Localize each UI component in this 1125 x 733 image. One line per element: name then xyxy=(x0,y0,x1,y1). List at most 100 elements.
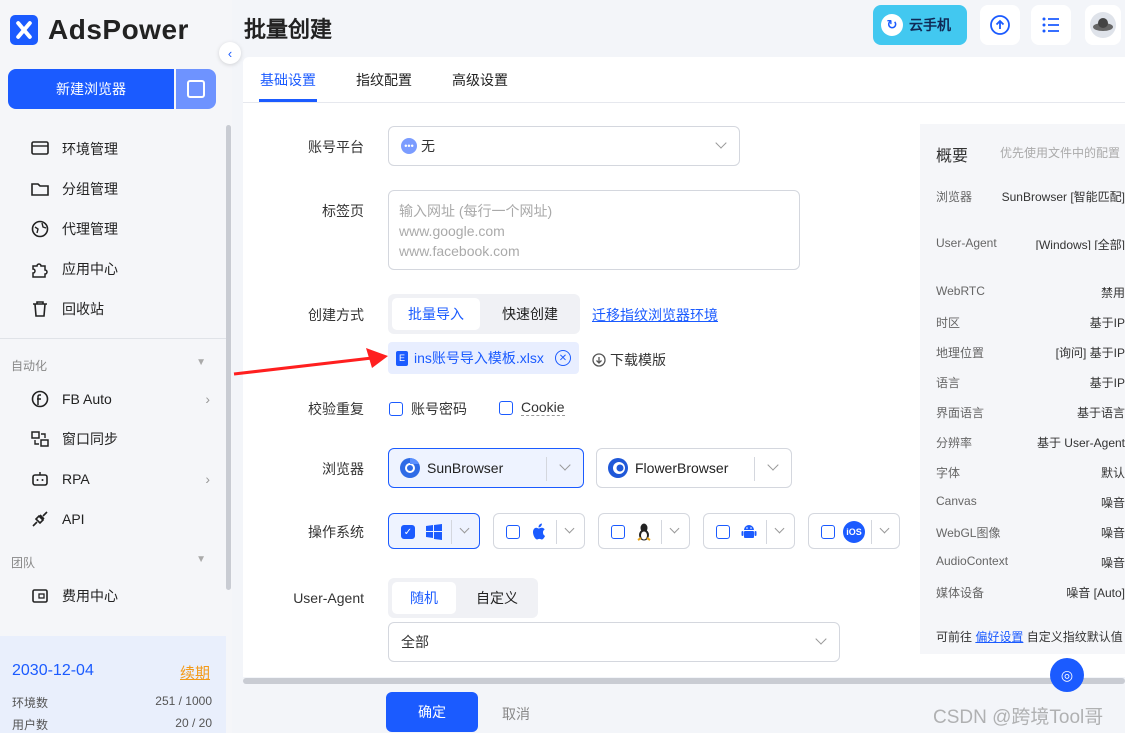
summary-row: Canvas 噪音 xyxy=(936,494,1125,508)
tab-advanced-settings[interactable]: 高级设置 xyxy=(452,70,508,90)
sidebar-item-rpa[interactable]: RPA › xyxy=(30,465,210,493)
tab-pages-label: 标签页 xyxy=(322,203,364,219)
download-icon xyxy=(592,353,606,367)
flowerbrowser-icon xyxy=(608,458,628,478)
wallet-icon xyxy=(30,586,50,606)
account-platform-select[interactable]: ••• 无 xyxy=(388,126,740,166)
uploaded-file-chip: E ins账号导入模板.xlsx ✕ xyxy=(388,342,579,374)
ua-custom-option[interactable]: 自定义 xyxy=(460,582,534,614)
select-separator xyxy=(871,520,872,544)
section-team-label: 团队 xyxy=(11,556,36,570)
sidebar-item-sync[interactable]: 窗口同步 xyxy=(30,425,210,453)
sync-icon xyxy=(30,429,50,449)
summary-row: WebRTC 禁用 xyxy=(936,284,1125,298)
sidebar-item-api[interactable]: API xyxy=(30,505,210,533)
section-team[interactable]: 团队 ▼ xyxy=(11,554,206,571)
sidebar-item-proxy[interactable]: 代理管理 xyxy=(30,215,210,243)
remove-file-icon[interactable]: ✕ xyxy=(555,350,571,366)
sidebar-item-apps[interactable]: 应用中心 xyxy=(30,255,210,283)
dedupe-label: 校验重复 xyxy=(308,401,364,417)
upload-button[interactable] xyxy=(980,5,1020,45)
sidebar-item-label: 应用中心 xyxy=(62,261,118,277)
summary-row: WebGL图像 噪音 xyxy=(936,524,1125,541)
sidebar-item-label: FB Auto xyxy=(62,391,112,407)
summary-row: 字体 默认 xyxy=(936,464,1125,481)
summary-value: 默认 xyxy=(1100,466,1125,480)
horizontal-scrollbar[interactable] xyxy=(243,678,1125,684)
user-agent-select[interactable]: 全部 xyxy=(388,622,840,662)
summary-value: 基于IP xyxy=(1089,376,1125,390)
quick-create-option[interactable]: 快速创建 xyxy=(484,298,576,330)
annotation-arrow-icon xyxy=(233,348,388,376)
ios-icon-text: iOS xyxy=(843,521,865,543)
os-android-option[interactable] xyxy=(703,513,795,549)
sidebar-item-group[interactable]: 分组管理 xyxy=(30,175,210,203)
section-automation[interactable]: 自动化 ▼ xyxy=(11,357,206,374)
sidebar-item-label: RPA xyxy=(62,471,90,487)
sidebar-item-billing[interactable]: 费用中心 xyxy=(30,582,210,610)
dedupe-cookie-checkbox[interactable]: Cookie xyxy=(499,399,565,416)
collapse-sidebar-button[interactable]: ‹ xyxy=(219,42,241,64)
select-separator xyxy=(546,457,547,481)
summary-row: 语言 基于IP xyxy=(936,374,1125,391)
summary-hint: 优先使用文件中的配置 xyxy=(1000,146,1121,160)
sidebar-item-fbauto[interactable]: FB Auto › xyxy=(30,385,210,413)
checkbox-icon xyxy=(499,400,513,415)
os-label: 操作系统 xyxy=(308,524,364,540)
flowerbrowser-select[interactable]: FlowerBrowser xyxy=(596,448,792,488)
headset-icon: ◎ xyxy=(1060,666,1074,683)
sidebar-item-trash[interactable]: 回收站 xyxy=(30,295,210,323)
windows-icon xyxy=(423,521,445,543)
sidebar-scrollbar[interactable] xyxy=(226,125,231,590)
chevron-down-icon xyxy=(767,459,779,471)
env-count-row: 环境数 251 / 1000 xyxy=(12,694,212,711)
summary-row: 媒体设备 噪音 [Auto] xyxy=(936,584,1125,601)
new-browser-button[interactable]: 新建浏览器 xyxy=(8,69,174,109)
tab-basic-settings[interactable]: 基础设置 xyxy=(260,70,316,90)
os-linux-option[interactable] xyxy=(598,513,690,549)
sunbrowser-label: SunBrowser xyxy=(427,460,504,476)
migrate-browser-link[interactable]: 迁移指纹浏览器环境 xyxy=(592,305,718,325)
support-chat-button[interactable]: ◎ xyxy=(1050,658,1084,692)
cloud-phone-button[interactable]: ↻ 云手机 xyxy=(873,5,967,45)
os-ios-option[interactable]: iOS xyxy=(808,513,900,549)
user-agent-segmented: 随机 自定义 xyxy=(388,578,538,618)
confirm-button[interactable]: 确定 xyxy=(386,692,478,732)
facebook-icon xyxy=(30,389,50,409)
batch-create-icon-button[interactable] xyxy=(176,69,216,109)
chevron-down-icon xyxy=(774,523,785,534)
batch-import-option[interactable]: 批量导入 xyxy=(392,298,480,330)
os-mac-option[interactable] xyxy=(493,513,585,549)
task-list-button[interactable] xyxy=(1031,5,1071,45)
logo: AdsPower xyxy=(10,14,189,46)
summary-key: 字体 xyxy=(936,466,961,480)
sidebar-item-label: 代理管理 xyxy=(62,221,118,237)
select-separator xyxy=(451,520,452,544)
renew-link[interactable]: 续期 xyxy=(180,662,210,683)
summary-value: [询问] 基于IP xyxy=(1055,346,1125,360)
sidebar-item-env[interactable]: 环境管理 xyxy=(30,135,210,163)
ua-random-option[interactable]: 随机 xyxy=(392,582,456,614)
cancel-button[interactable]: 取消 xyxy=(502,704,530,724)
avatar-button[interactable] xyxy=(1085,5,1121,45)
user-agent-value: 全部 xyxy=(401,634,429,650)
dedupe-account-checkbox[interactable]: 账号密码 xyxy=(389,399,467,419)
summary-key: 分辨率 xyxy=(936,436,973,450)
chevron-right-icon: › xyxy=(205,391,210,407)
chevron-down-icon: ▼ xyxy=(196,554,206,565)
download-template-link[interactable]: 下载模版 xyxy=(592,350,666,370)
select-separator xyxy=(556,520,557,544)
adspower-logo-icon xyxy=(10,15,38,45)
platform-dots-icon: ••• xyxy=(401,138,417,154)
sunbrowser-select[interactable]: SunBrowser xyxy=(388,448,584,488)
summary-value: [Windows] [全部] xyxy=(1035,238,1125,250)
preferences-link[interactable]: 偏好设置 xyxy=(975,630,1023,644)
summary-key: WebRTC xyxy=(936,284,985,298)
checkbox-icon xyxy=(611,525,625,539)
os-windows-option[interactable]: ✓ xyxy=(388,513,480,549)
placeholder-line: 输入网址 (每行一个网址) xyxy=(399,203,553,219)
globe-icon xyxy=(30,219,50,239)
summary-key: 浏览器 xyxy=(936,190,973,204)
tab-fingerprint-config[interactable]: 指纹配置 xyxy=(356,70,412,90)
tab-pages-textarea[interactable]: 输入网址 (每行一个网址) www.google.com www.faceboo… xyxy=(388,190,800,270)
